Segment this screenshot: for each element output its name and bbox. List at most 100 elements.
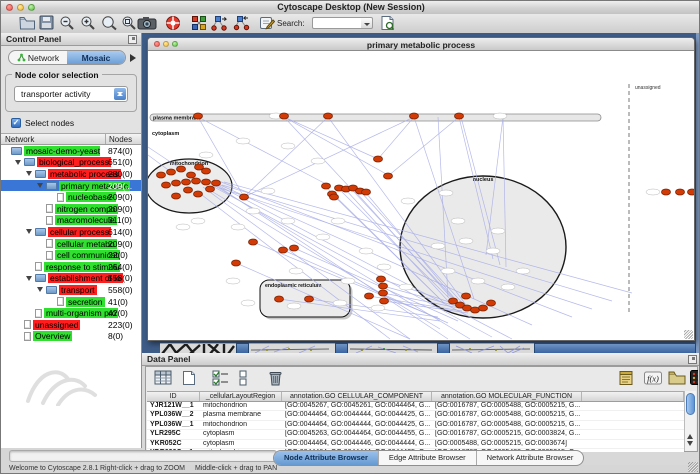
graph-node[interactable] [290, 245, 299, 251]
graph-node[interactable] [157, 172, 166, 178]
table-cell[interactable]: YLR295C [147, 430, 200, 438]
graph-node[interactable] [384, 173, 393, 179]
tree-item[interactable]: Overview8(0) [1, 331, 141, 343]
tree-item[interactable]: unassigned223(0) [1, 319, 141, 331]
table-cell[interactable]: [GO:0044464, GO:0044444, GO:0044425, G..… [282, 411, 432, 419]
zoom-selected-icon[interactable] [101, 15, 119, 32]
graph-node[interactable] [487, 300, 496, 306]
scroll-down-icon[interactable] [687, 441, 693, 449]
notes-icon[interactable] [618, 370, 637, 389]
tab-network[interactable]: Network [9, 51, 67, 64]
background-window-titlebar[interactable] [437, 343, 450, 353]
graph-node[interactable] [202, 168, 211, 174]
table-cell[interactable]: plasma membrane [200, 411, 282, 419]
background-window[interactable] [249, 343, 335, 353]
graph-node[interactable] [365, 293, 374, 299]
background-window[interactable] [450, 343, 534, 353]
network-window-titlebar[interactable]: primary metabolic process [148, 38, 694, 51]
graph-node[interactable] [479, 305, 488, 311]
table-cell[interactable]: YPL036W__2 [147, 411, 200, 419]
tree-item[interactable]: metabolic process280(0) [1, 168, 141, 180]
tree-item[interactable]: macromolecule311(0) [1, 215, 141, 227]
table-cell[interactable]: YKR052C [147, 440, 200, 448]
graph-node[interactable] [240, 194, 249, 200]
table-row[interactable]: YKR052Ccytoplasm[GO:0044464, GO:0044446,… [147, 440, 684, 449]
table-cell[interactable]: [GO:0016787, GO:0005488, GO:0005215, G..… [432, 411, 582, 419]
graph-node[interactable] [202, 179, 211, 185]
graph-node[interactable] [182, 179, 191, 185]
background-window-titlebar[interactable] [236, 343, 249, 353]
table-cell[interactable]: mitochondrion [200, 421, 282, 429]
app-resize-grip[interactable] [688, 462, 698, 472]
tree-item[interactable]: biological_process651(0) [1, 157, 141, 169]
float-panel-icon[interactable] [688, 355, 697, 364]
graph-node[interactable] [380, 298, 389, 304]
tree-item[interactable]: nitrogen compo209(0) [1, 203, 141, 215]
graph-node[interactable] [374, 156, 383, 162]
expand-network-icon[interactable] [233, 15, 251, 32]
tree-header[interactable]: Network Nodes [1, 133, 141, 145]
tree-item[interactable]: cell communicat22(0) [1, 249, 141, 261]
graph-node[interactable] [275, 296, 284, 302]
select-attributes-icon[interactable] [212, 370, 231, 389]
graph-node[interactable] [232, 260, 241, 266]
tree-item[interactable]: cellular process614(0) [1, 226, 141, 238]
graph-node[interactable] [280, 113, 289, 119]
graph-node[interactable] [305, 296, 314, 302]
help-icon[interactable] [165, 15, 183, 32]
open-session-icon[interactable] [19, 15, 37, 32]
float-panel-icon[interactable] [128, 35, 137, 44]
network-view-window[interactable]: primary metabolic process plasma membran… [147, 37, 695, 341]
table-cell[interactable]: [GO:0016787, GO:0005215, GO:0003824, G..… [432, 430, 582, 438]
table-cell[interactable]: [GO:0016787, GO:0005488, GO:0005215, G..… [432, 402, 582, 410]
tree-item[interactable]: multi-organism pro42(0) [1, 307, 141, 319]
table-cell[interactable]: YPL036W__1 [147, 421, 200, 429]
tree-item[interactable]: transport558(0) [1, 284, 141, 296]
neighbors-icon[interactable] [211, 15, 229, 32]
disclosure-triangle-icon[interactable] [37, 287, 43, 295]
tree-item[interactable]: primary metabolic209(... [1, 180, 141, 192]
tree-item[interactable]: mosaic-demo-yeast874(0) [1, 145, 141, 157]
attribute-table[interactable]: ID_cellularLayoutRegionannotation.GO CEL… [147, 391, 684, 452]
graph-node[interactable] [177, 166, 186, 172]
table-cell[interactable]: [GO:0005488, GO:0005215, GO:0003674] [432, 440, 582, 448]
graph-node[interactable] [662, 189, 671, 195]
graph-node[interactable] [410, 113, 419, 119]
graph-node[interactable] [688, 189, 695, 195]
graph-node[interactable] [322, 183, 331, 189]
graph-node[interactable] [462, 293, 471, 299]
table-scrollbar[interactable] [684, 391, 696, 451]
graph-node[interactable] [379, 283, 388, 289]
graph-node[interactable] [324, 113, 333, 119]
annotation-icon[interactable] [259, 15, 277, 32]
graph-node[interactable] [362, 189, 371, 195]
matrix-icon[interactable] [690, 370, 698, 389]
table-cell[interactable]: [GO:0044464, GO:0044446, GO:0044444, G..… [282, 440, 432, 448]
delete-attribute-icon[interactable] [268, 370, 287, 389]
graph-node[interactable] [172, 193, 181, 199]
zoom-out-icon[interactable] [59, 15, 77, 32]
graph-node[interactable] [194, 113, 203, 119]
tree-item[interactable]: cellular metabo209(0) [1, 238, 141, 250]
disclosure-triangle-icon[interactable] [26, 171, 32, 179]
graph-node[interactable] [167, 169, 176, 175]
table-cell[interactable]: cytoplasm [200, 430, 282, 438]
tree-item[interactable]: response to stimulu264(0) [1, 261, 141, 273]
save-session-icon[interactable] [39, 15, 57, 32]
graph-node[interactable] [184, 187, 193, 193]
tab-network-attribute-browser[interactable]: Network Attribute Browser [477, 451, 584, 465]
new-attribute-icon[interactable] [182, 370, 201, 389]
table-row[interactable]: YLR295Ccytoplasm[GO:0045263, GO:0044464,… [147, 430, 684, 439]
table-cell[interactable]: [GO:0016787, GO:0005488, GO:0005215, G..… [432, 421, 582, 429]
tab-scroll-arrow[interactable] [130, 54, 140, 62]
background-window-titlebar[interactable] [534, 343, 696, 353]
table-cell[interactable]: [GO:0044464, GO:0044444, GO:0044425, G..… [282, 421, 432, 429]
scroll-up-icon[interactable] [687, 431, 693, 439]
network-canvas[interactable]: plasma membrane cytoplasm mitochondrion … [148, 51, 694, 340]
graph-node[interactable] [194, 191, 203, 197]
graph-node[interactable] [206, 186, 215, 192]
tree-item[interactable]: establishment of lo558(0) [1, 273, 141, 285]
graph-node[interactable] [279, 247, 288, 253]
graph-node[interactable] [249, 239, 258, 245]
disclosure-triangle-icon[interactable] [15, 160, 21, 168]
